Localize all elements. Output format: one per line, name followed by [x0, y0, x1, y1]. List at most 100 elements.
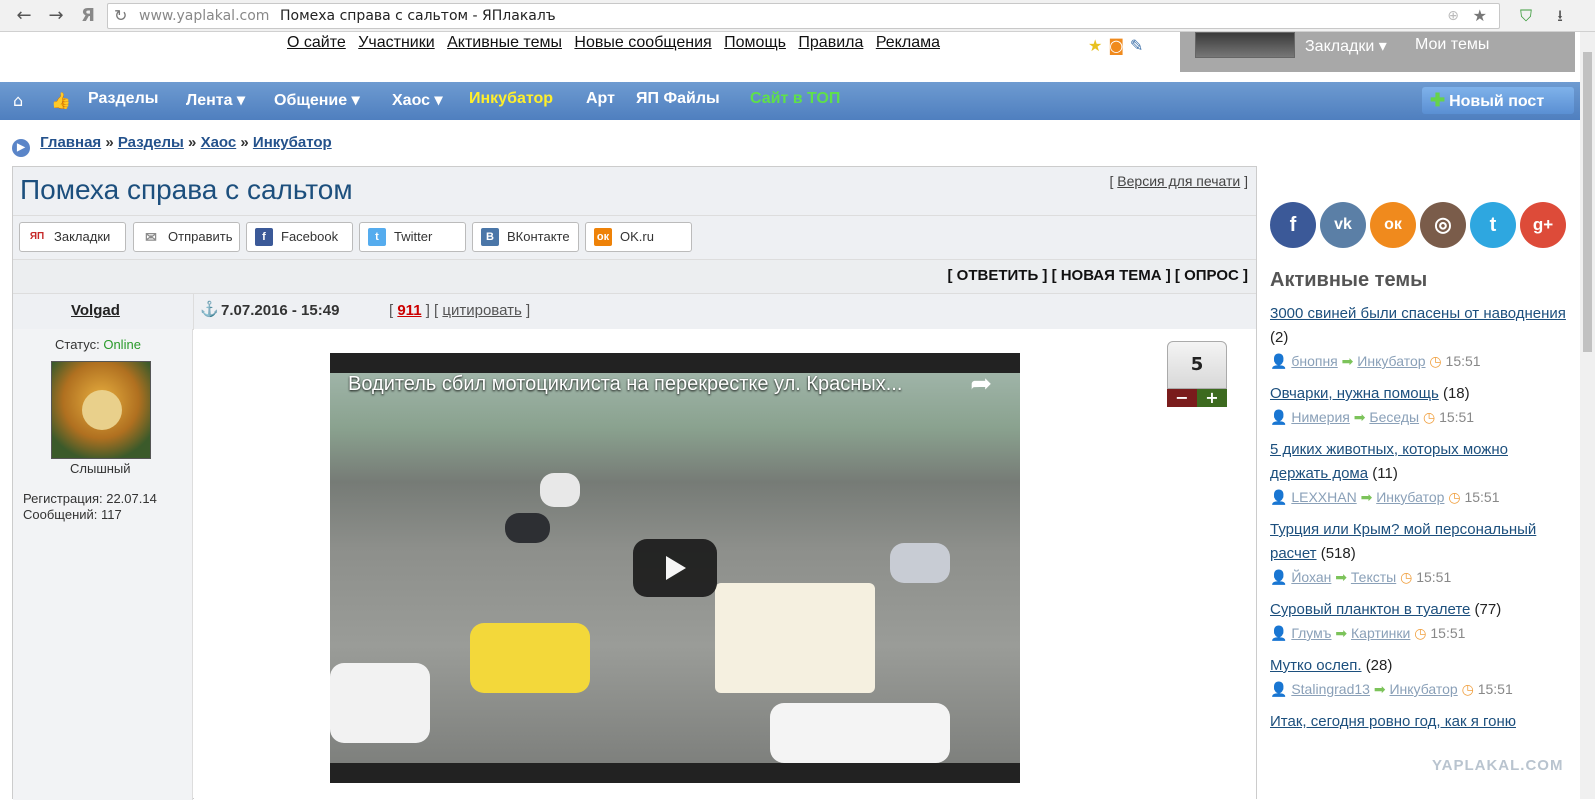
quote-link[interactable]: цитировать	[442, 302, 521, 319]
topic-title-row: Помеха справа с сальтом [ Версия для печ…	[13, 167, 1256, 215]
topic-user[interactable]: Нимерия	[1291, 409, 1350, 425]
protect-icon[interactable]: ⊕	[1447, 4, 1459, 28]
avatar[interactable]	[51, 361, 151, 459]
extension-shield-icon[interactable]: ⛉	[1514, 4, 1538, 28]
list-item: 5 диких животных, которых можно держать …	[1270, 438, 1570, 508]
user-avatar[interactable]	[1195, 32, 1295, 58]
breadcrumb-home[interactable]: Главная	[40, 134, 101, 151]
top-link-ads[interactable]: Реклама	[876, 34, 940, 51]
bookmarks-menu[interactable]: Закладки ▾	[1305, 36, 1387, 56]
status-online: Online	[103, 337, 141, 352]
top-link-help[interactable]: Помощь	[724, 34, 786, 51]
share-bookmarks-button[interactable]: ЯП Закладки	[19, 222, 126, 252]
topic-section[interactable]: Картинки	[1351, 625, 1410, 641]
topic-section[interactable]: Инкубатор	[1389, 681, 1457, 697]
print-version-link[interactable]: Версия для печати	[1117, 173, 1240, 189]
topic-user[interactable]: Глумъ	[1291, 625, 1331, 641]
nav-chaos[interactable]: Хаос ▾	[392, 90, 443, 110]
list-item: Суровый планктон в туалете (77) 👤 Глумъ …	[1270, 598, 1570, 644]
share-arrow-icon[interactable]: ➦	[970, 369, 992, 399]
play-button[interactable]	[633, 539, 717, 597]
home-icon[interactable]: ⌂	[13, 91, 23, 110]
topic-section[interactable]: Инкубатор	[1376, 489, 1444, 505]
new-post-label: Новый пост	[1449, 93, 1545, 110]
topic-user[interactable]: LEXXHAN	[1291, 489, 1356, 505]
instagram-icon[interactable]: ◎	[1420, 202, 1466, 248]
rating-plus-button[interactable]: +	[1197, 389, 1227, 407]
plus-icon: ✚	[1430, 90, 1446, 110]
nav-feed[interactable]: Лента ▾	[186, 90, 245, 110]
top-link-rules[interactable]: Правила	[798, 34, 863, 51]
topic-section[interactable]: Инкубатор	[1357, 353, 1425, 369]
list-item: Мутко ослеп. (28) 👤 Stalingrad13 ➡ Инкуб…	[1270, 654, 1570, 700]
nav-sections[interactable]: Разделы	[88, 90, 158, 108]
topic-section[interactable]: Беседы	[1369, 409, 1419, 425]
top-link-members[interactable]: Участники	[358, 34, 434, 51]
share-twitter-button[interactable]: t Twitter	[359, 222, 466, 252]
topic-user[interactable]: бнопня	[1291, 353, 1337, 369]
post-number-link[interactable]: 911	[397, 302, 421, 319]
breadcrumb-chaos[interactable]: Хаос	[201, 134, 237, 151]
odnoklassniki-icon[interactable]: ок	[1370, 202, 1416, 248]
reload-icon[interactable]: ↻	[114, 4, 127, 28]
topic-link[interactable]: Овчарки, нужна помощь	[1270, 385, 1439, 402]
nav-files[interactable]: ЯП Файлы	[636, 90, 720, 108]
vertical-scrollbar[interactable]	[1580, 32, 1595, 799]
yandex-icon[interactable]: Я	[76, 4, 100, 28]
rss-icon[interactable]: ◙	[1108, 36, 1124, 55]
top-link-about[interactable]: О сайте	[287, 34, 346, 51]
back-arrow-icon[interactable]: ←	[12, 4, 36, 28]
thumbs-up-icon[interactable]: 👍	[51, 91, 71, 110]
user-icon: 👤	[1270, 625, 1288, 641]
share-facebook-button[interactable]: f Facebook	[246, 222, 353, 252]
user-icon: 👤	[1270, 353, 1288, 369]
download-icon[interactable]: ⭳	[1548, 4, 1572, 28]
twitter-icon[interactable]: t	[1470, 202, 1516, 248]
new-post-button[interactable]: ✚ Новый пост	[1422, 87, 1574, 114]
favorites-star-icon[interactable]: ★	[1088, 36, 1102, 55]
breadcrumb-incubator[interactable]: Инкубатор	[253, 134, 332, 151]
share-send-button[interactable]: ✉ Отправить	[133, 222, 240, 252]
author-name[interactable]: Volgad	[71, 302, 120, 319]
status-label: Статус:	[55, 337, 100, 352]
reply-newtopic-poll-links[interactable]: [ ОТВЕТИТЬ ] [ НОВАЯ ТЕМА ] [ ОПРОС ]	[948, 267, 1248, 284]
nav-communication[interactable]: Общение ▾	[274, 90, 360, 110]
anchor-icon[interactable]: ⚓	[200, 300, 219, 318]
share-vk-button[interactable]: В ВКонтакте	[472, 222, 579, 252]
topic-user[interactable]: Stalingrad13	[1291, 681, 1370, 697]
video-player[interactable]: Водитель сбил мотоциклиста на перекрестк…	[330, 353, 1020, 783]
scrollbar-thumb[interactable]	[1583, 52, 1592, 352]
topic-section[interactable]: Тексты	[1351, 569, 1396, 585]
topic-time: 15:51	[1464, 489, 1500, 505]
bookmark-star-icon[interactable]: ★	[1473, 4, 1487, 28]
nav-site-top[interactable]: Сайт в ТОП	[750, 90, 840, 108]
video-title[interactable]: Водитель сбил мотоциклиста на перекрестк…	[348, 373, 902, 396]
topic-link[interactable]: 3000 свиней были спасены от наводнения	[1270, 305, 1566, 322]
topic-link[interactable]: Суровый планктон в туалете	[1270, 601, 1470, 618]
top-link-active-topics[interactable]: Активные темы	[447, 34, 562, 51]
share-ok-button[interactable]: ок OK.ru	[585, 222, 692, 252]
rating-minus-button[interactable]: −	[1167, 389, 1197, 407]
topic-time: 15:51	[1430, 625, 1466, 641]
video-car	[770, 703, 950, 763]
pencil-icon[interactable]: ✎	[1130, 36, 1143, 55]
nav-art[interactable]: Арт	[586, 90, 615, 108]
my-topics-link[interactable]: Мои темы	[1415, 36, 1489, 54]
topic-user[interactable]: Йохан	[1291, 569, 1331, 585]
facebook-icon[interactable]: f	[1270, 202, 1316, 248]
forward-arrow-icon[interactable]: →	[44, 4, 68, 28]
post-header: Volgad ⚓ 7.07.2016 - 15:49 [ 911 ] [ цит…	[13, 293, 1256, 330]
topic-link[interactable]: Мутко ослеп.	[1270, 657, 1362, 674]
topic-link[interactable]: Итак, сегодня ровно год, как я гоню	[1270, 713, 1516, 730]
breadcrumb-sections[interactable]: Разделы	[118, 134, 184, 151]
nav-incubator[interactable]: Инкубатор	[469, 90, 553, 108]
top-link-new-messages[interactable]: Новые сообщения	[574, 34, 711, 51]
post-rating: 5 − +	[1167, 341, 1227, 407]
user-icon: 👤	[1270, 409, 1288, 425]
topic-link[interactable]: Турция или Крым? мой персональный расчет	[1270, 521, 1536, 562]
share-label: OK.ru	[620, 229, 654, 244]
google-plus-icon[interactable]: g+	[1520, 202, 1566, 248]
vk-icon[interactable]: vk	[1320, 202, 1366, 248]
video-car	[890, 543, 950, 583]
address-bar[interactable]: ↻ www.yaplakal.com Помеха справа с сальт…	[107, 3, 1500, 29]
